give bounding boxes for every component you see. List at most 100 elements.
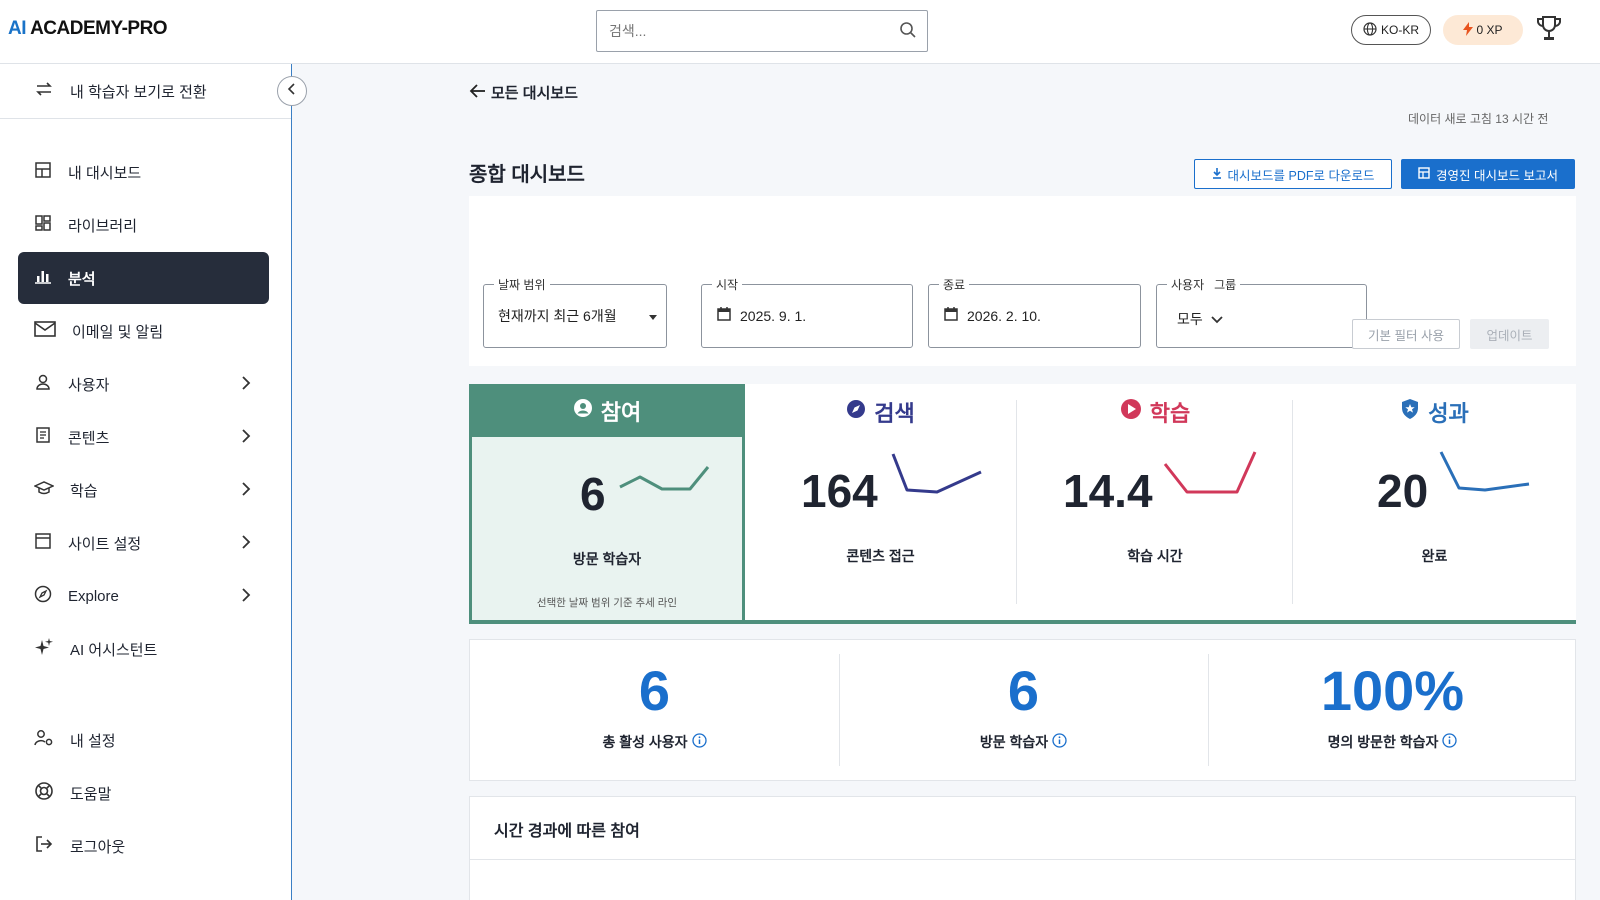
switch-learner-view[interactable]: 내 학습자 보기로 전환 [0, 64, 291, 119]
kpi-value: 20 [1377, 465, 1429, 517]
top-bar: AI ACADEMY-PRO KO-KR 0 XP [0, 0, 1600, 64]
kpi-value: 164 [801, 465, 878, 517]
compass-icon [846, 399, 866, 425]
stat-label: 총 활성 사용자 [602, 734, 688, 750]
start-date-value: 2025. 9. 1. [740, 307, 807, 324]
trophy-icon[interactable] [1535, 14, 1563, 49]
kpi-label: 콘텐츠 접근 [846, 548, 915, 564]
caret-down-icon [648, 308, 658, 324]
kpi-search[interactable]: 검색 164 콘텐츠 접근 [745, 384, 1016, 620]
nav-label: AI 어시스턴트 [70, 641, 158, 659]
search-input[interactable] [597, 11, 877, 51]
nav-label: 내 설정 [70, 732, 116, 750]
sidebar: 내 학습자 보기로 전환 내 대시보드 라이브러리 분석 이메일 및 알림 사용… [0, 64, 307, 900]
info-icon[interactable] [691, 733, 707, 751]
nav-logout[interactable]: 로그아웃 [18, 820, 269, 872]
xp-label: 0 XP [1476, 23, 1503, 37]
kpi-value: 6 [580, 468, 606, 520]
start-date-value-wrap: 2025. 9. 1. [716, 306, 806, 325]
info-icon[interactable] [1052, 733, 1067, 751]
update-button[interactable]: 업데이트 [1470, 319, 1549, 349]
nav-users[interactable]: 사용자 [18, 358, 269, 410]
chevron-right-icon [241, 375, 251, 395]
nav-label: 콘텐츠 [68, 429, 110, 447]
nav-label: 분석 [68, 270, 96, 288]
language-button[interactable]: KO-KR [1351, 15, 1431, 45]
download-pdf-button[interactable]: 대시보드를 PDF로 다운로드 [1194, 159, 1392, 189]
user-group-value-wrap: 모두 [1177, 309, 1223, 329]
back-to-dashboards-link[interactable]: 모든 대시보드 [469, 82, 578, 103]
stat-visiting-learners: 6 방문 학습자 [839, 640, 1208, 780]
date-range-value-wrap: 현재까지 최근 6개월 [498, 306, 658, 326]
user-circle-icon [573, 398, 593, 424]
xp-badge[interactable]: 0 XP [1443, 15, 1523, 45]
nav-help[interactable]: 도움말 [18, 767, 269, 819]
switch-view-label: 내 학습자 보기로 전환 [70, 83, 207, 101]
chevron-down-icon [1211, 311, 1223, 327]
nav-label: 내 대시보드 [68, 164, 142, 182]
nav-ai-assistant[interactable]: AI 어시스턴트 [18, 623, 269, 675]
use-default-filter-button[interactable]: 기본 필터 사용 [1352, 319, 1460, 349]
lifebuoy-icon [34, 781, 54, 805]
chevron-right-icon [241, 428, 251, 448]
nav-library[interactable]: 라이브러리 [18, 199, 269, 251]
kpi-sparkline [619, 466, 710, 491]
play-icon [1120, 398, 1142, 426]
chevron-right-icon [241, 587, 251, 607]
nav-analytics[interactable]: 분석 [18, 252, 269, 304]
nav-learning[interactable]: 학습 [18, 464, 269, 516]
nav-label: 이메일 및 알림 [72, 323, 164, 341]
main-content: 모든 대시보드 데이터 새로 고침 13 시간 전 종합 대시보드 대시보드를 … [292, 64, 1600, 900]
executive-report-button[interactable]: 경영진 대시보드 보고서 [1401, 159, 1575, 189]
calendar-icon [943, 306, 959, 325]
user-group-select[interactable]: 사용자 그룹 모두 [1156, 276, 1367, 348]
kpi-performance-header: 성과 [1293, 396, 1576, 428]
search-icon[interactable] [899, 21, 917, 44]
kpi-head-label: 학습 [1149, 401, 1191, 426]
kpi-engagement-header: 참여 [469, 384, 745, 437]
kpi-label: 완료 [1421, 548, 1448, 564]
info-icon[interactable] [1442, 733, 1458, 751]
end-date-field[interactable]: 종료 2026. 2. 10. [928, 276, 1141, 348]
nav-content[interactable]: 콘텐츠 [18, 411, 269, 463]
search-box[interactable] [596, 10, 928, 52]
globe-icon [1363, 21, 1377, 39]
sparkle-icon [34, 637, 54, 661]
download-icon [1212, 167, 1222, 182]
kpi-sparkline [1439, 451, 1530, 492]
end-date-label: 종료 [939, 276, 970, 293]
collapse-sidebar-button[interactable] [277, 76, 307, 106]
nav-email-notifications[interactable]: 이메일 및 알림 [18, 305, 269, 357]
language-label: KO-KR [1380, 23, 1419, 37]
start-date-label: 시작 [712, 276, 743, 293]
nav-my-dashboard[interactable]: 내 대시보드 [18, 146, 269, 198]
section-title: 시간 경과에 따른 참여 [494, 823, 640, 840]
user-group-label: 사용자 그룹 [1167, 276, 1241, 293]
chevron-right-icon [241, 534, 251, 554]
nav-label: 학습 [70, 482, 98, 500]
section-divider [470, 859, 1575, 860]
nav-explore[interactable]: Explore [18, 570, 269, 622]
nav-label: 도움말 [70, 785, 112, 803]
date-range-value: 현재까지 최근 6개월 [498, 308, 617, 324]
date-range-select[interactable]: 날짜 범위 현재까지 최근 6개월 [483, 276, 667, 348]
start-date-field[interactable]: 시작 2025. 9. 1. [701, 276, 913, 348]
dashboard-icon [34, 161, 52, 183]
stat-value: 6 [1007, 659, 1040, 722]
executive-report-label: 경영진 대시보드 보고서 [1436, 168, 1558, 183]
library-icon [34, 214, 52, 236]
kpi-engagement[interactable]: 참여 6 방문 학습자 선택한 날짜 범위 기준 추세 라인 [469, 384, 745, 620]
stat-visited-learners-percent: 100% 명의 방문한 학습자 [1208, 640, 1577, 780]
nav-my-settings[interactable]: 내 설정 [18, 714, 269, 766]
logout-icon [34, 835, 54, 857]
kpi-learning[interactable]: 학습 14.4 학습 시간 [1017, 384, 1293, 620]
stat-label: 명의 방문한 학습자 [1327, 734, 1439, 750]
bar-chart-icon [34, 267, 52, 289]
stat-label-wrap: 명의 방문한 학습자 [1208, 732, 1577, 752]
end-date-value: 2026. 2. 10. [967, 307, 1041, 324]
nav-site-settings[interactable]: 사이트 설정 [18, 517, 269, 569]
app-logo[interactable]: AI ACADEMY-PRO [8, 18, 168, 40]
stat-value: 100% [1320, 659, 1465, 722]
kpi-performance[interactable]: 성과 20 완료 [1293, 384, 1576, 620]
refresh-status: 데이터 새로 고침 13 시간 전 [1408, 112, 1549, 126]
